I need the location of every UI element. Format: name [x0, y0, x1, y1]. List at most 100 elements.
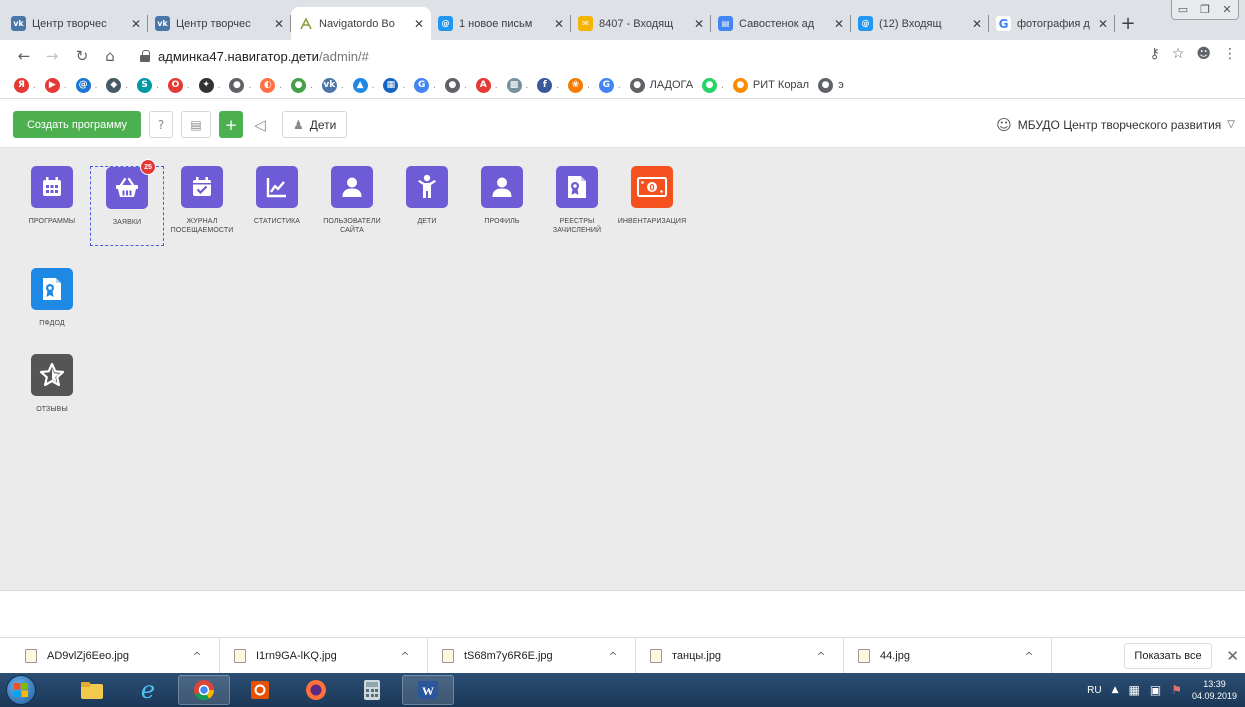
bookmark-item[interactable]: ✦. [198, 77, 220, 93]
close-tab-icon[interactable]: ✕ [969, 17, 985, 31]
help-button[interactable]: ? [149, 111, 173, 138]
bookmark-item[interactable]: ◆. [106, 77, 128, 93]
bookmark-item[interactable]: G. [414, 77, 436, 93]
bookmark-item[interactable]: vk. [321, 77, 344, 93]
bookmark-item[interactable]: ❀. [568, 77, 590, 93]
dashboard-tile[interactable]: 0 ИНВЕНТАРИЗАЦИЯ [615, 166, 689, 226]
taskbar-calculator[interactable] [346, 675, 398, 705]
show-all-downloads-button[interactable]: Показать все [1124, 643, 1212, 669]
browser-tab[interactable]: Gфотография д ✕ [989, 7, 1115, 40]
chevron-up-icon[interactable]: ^ [811, 650, 831, 663]
dashboard-tile[interactable]: ЖУРНАЛ ПОСЕЩАЕМОСТИ [165, 166, 239, 235]
minimize-icon[interactable]: ▭ [1172, 0, 1194, 19]
bookmark-item[interactable]: ◐. [260, 77, 282, 93]
browser-tab[interactable]: vk Центр творчес ✕ [4, 7, 148, 40]
tray-arrow-icon[interactable]: ▲ [1112, 685, 1119, 695]
close-downloads-icon[interactable]: ✕ [1226, 647, 1239, 665]
new-tab-button[interactable]: + [1115, 7, 1141, 40]
bookmark-item[interactable]: ● э [818, 77, 844, 93]
dashboard-tile[interactable]: 25 ЗАЯВКИ [90, 159, 164, 246]
dashboard-tile[interactable]: ПРОГРАММЫ [15, 166, 89, 226]
menu-dots-icon[interactable]: ⋮ [1223, 46, 1237, 62]
bookmark-item[interactable]: ● ЛАДОГА [629, 77, 693, 93]
announce-button[interactable]: ◁ [247, 111, 273, 138]
browser-tab[interactable]: vk Центр творчес ✕ [148, 7, 291, 40]
bookmark-item[interactable]: @. [75, 77, 97, 93]
browser-tab[interactable]: @ (12) Входящ ✕ [851, 7, 989, 40]
download-item[interactable]: 44.jpg ^ [846, 638, 1052, 674]
browser-tab[interactable]: ▤ Савостенок ад ✕ [711, 7, 851, 40]
close-tab-icon[interactable]: ✕ [411, 17, 427, 31]
bookmark-item[interactable]: ●. [229, 77, 251, 93]
dashboard-tile[interactable]: ПФДОД [15, 268, 89, 328]
close-tab-icon[interactable]: ✕ [831, 17, 847, 31]
taskbar-explorer[interactable] [66, 675, 118, 705]
bookmark-item[interactable]: ▲. [352, 77, 374, 93]
key-icon[interactable]: ⚷ [1150, 46, 1160, 62]
organization-selector[interactable]: ☺ МБУДО Центр творческого развития ▽ [996, 111, 1235, 138]
kids-button[interactable]: ♟ Дети [282, 111, 348, 138]
dashboard-tile[interactable]: ОТЗЫВЫ [15, 354, 89, 414]
taskbar-outlook[interactable] [234, 675, 286, 705]
close-tab-icon[interactable]: ✕ [128, 17, 144, 31]
address-bar[interactable]: админка47.навигатор.дети/admin/# [140, 44, 1140, 68]
card-button[interactable]: ▤ [181, 111, 211, 138]
dashboard-tile[interactable]: ДЕТИ [390, 166, 464, 226]
browser-tab[interactable]: @1 новое письм ✕ [431, 7, 571, 40]
back-icon[interactable]: ← [14, 46, 34, 66]
dashboard-tile[interactable]: ПРОФИЛЬ [465, 166, 539, 226]
forward-icon[interactable]: → [42, 46, 62, 66]
close-tab-icon[interactable]: ✕ [1095, 17, 1111, 31]
account-icon[interactable]: ☻ [1196, 46, 1211, 62]
dashboard-tile[interactable]: СТАТИСТИКА [240, 166, 314, 226]
bookmark-item[interactable]: ▩. [506, 77, 528, 93]
create-program-button[interactable]: Создать программу [13, 111, 141, 138]
browser-tab[interactable]: Navigatordo Bo ✕ [291, 7, 431, 40]
device-icon[interactable]: ▣ [1150, 683, 1161, 697]
taskbar-chrome[interactable] [178, 675, 230, 705]
chevron-up-icon[interactable]: ^ [1019, 650, 1039, 663]
browser-tab[interactable]: ✉ 8407 - Входящ ✕ [571, 7, 711, 40]
close-window-icon[interactable]: ✕ [1216, 0, 1238, 19]
chevron-up-icon[interactable]: ^ [603, 650, 623, 663]
bookmark-item[interactable]: ●. [291, 77, 313, 93]
chevron-up-icon[interactable]: ^ [187, 650, 207, 663]
maximize-icon[interactable]: ❐ [1194, 0, 1216, 19]
dashboard-tile[interactable]: ПОЛЬЗОВАТЕЛИ САЙТА [315, 166, 389, 235]
taskbar-firefox[interactable] [290, 675, 342, 705]
network-icon[interactable]: ▦ [1129, 683, 1140, 697]
download-item[interactable]: I1rn9GA-lKQ.jpg ^ [222, 638, 428, 674]
tab-favicon-icon: vk [155, 16, 170, 31]
bookmark-favicon-icon: S [137, 77, 153, 93]
dashboard-tile[interactable]: РЕЕСТРЫ ЗАЧИСЛЕНИЙ [540, 166, 614, 235]
start-button[interactable] [6, 675, 36, 705]
close-tab-icon[interactable]: ✕ [271, 17, 287, 31]
bookmark-item[interactable]: O. [167, 77, 190, 93]
bookmark-item[interactable]: ▦. [383, 77, 405, 93]
add-button[interactable]: + [219, 111, 243, 138]
chevron-up-icon[interactable]: ^ [395, 650, 415, 663]
bookmark-item[interactable]: ▶. [44, 77, 67, 93]
clock[interactable]: 13:39 04.09.2019 [1192, 678, 1237, 702]
language-indicator[interactable]: RU [1087, 685, 1101, 696]
taskbar-ie[interactable]: e [122, 675, 174, 705]
image-file-icon [858, 649, 870, 663]
bookmark-item[interactable]: G. [598, 77, 621, 93]
close-tab-icon[interactable]: ✕ [691, 17, 707, 31]
download-item[interactable]: AD9vlZj6Eeo.jpg ^ [13, 638, 220, 674]
bookmark-item[interactable]: ● РИТ Корал [732, 77, 809, 93]
close-tab-icon[interactable]: ✕ [551, 17, 567, 31]
flag-icon[interactable]: ⚑ [1171, 683, 1182, 697]
download-item[interactable]: танцы.jpg ^ [638, 638, 844, 674]
download-item[interactable]: tS68m7y6R6E.jpg ^ [430, 638, 636, 674]
bookmark-item[interactable]: Я. [14, 77, 36, 93]
bookmark-item[interactable]: ●. [702, 77, 724, 93]
home-icon[interactable]: ⌂ [100, 46, 120, 66]
reload-icon[interactable]: ↻ [72, 46, 92, 66]
taskbar-word[interactable]: W [402, 675, 454, 705]
bookmark-item[interactable]: A. [475, 77, 498, 93]
bookmark-item[interactable]: ●. [444, 77, 467, 93]
bookmark-item[interactable]: f. [537, 77, 559, 93]
star-bookmark-icon[interactable]: ☆ [1172, 46, 1185, 62]
bookmark-item[interactable]: S. [137, 77, 159, 93]
